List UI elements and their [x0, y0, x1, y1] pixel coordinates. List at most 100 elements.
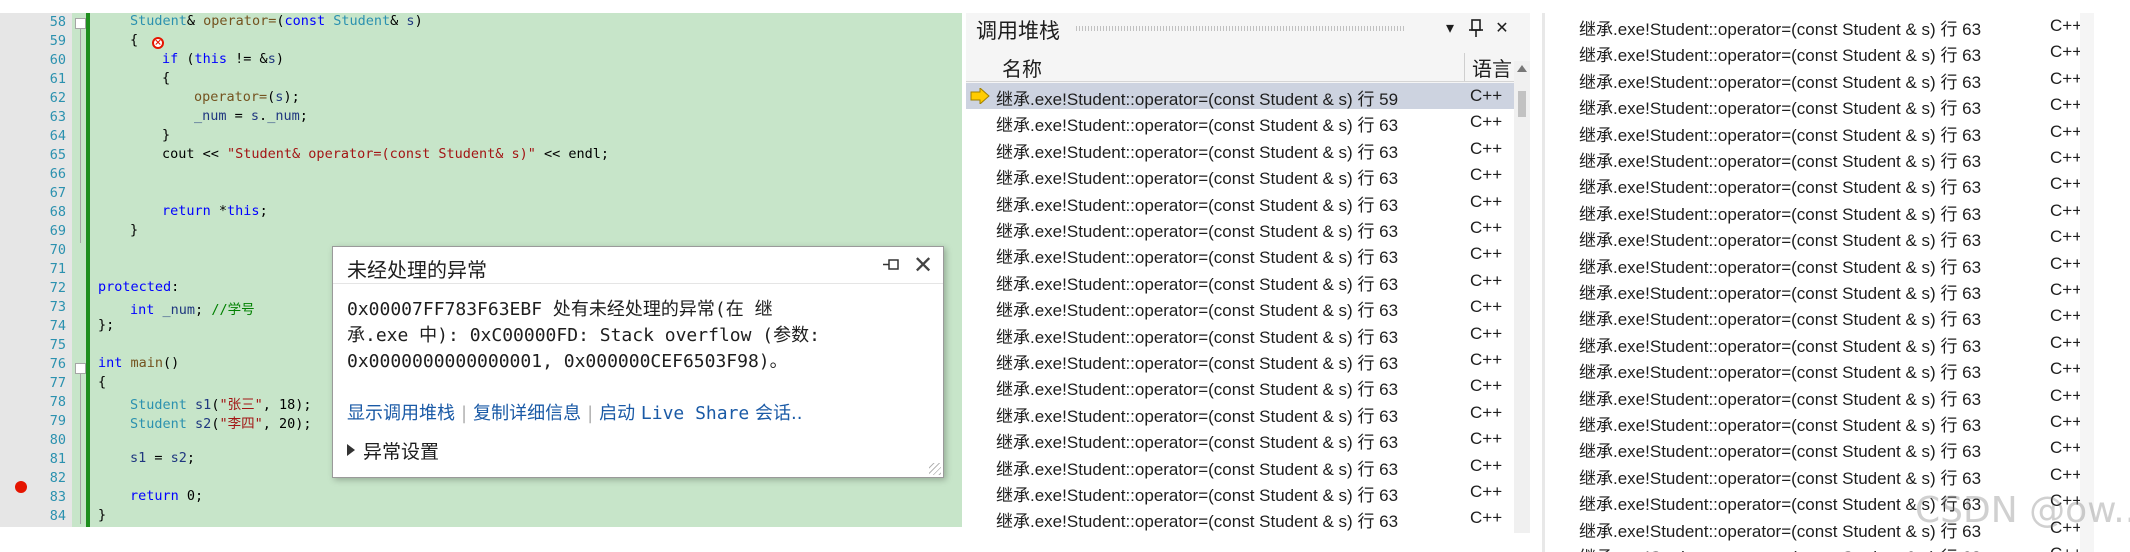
callstack-row[interactable]: 继承.exe!Student::operator=(const Student …: [1545, 462, 2130, 488]
frame-language: C++: [1470, 429, 1503, 449]
column-language-header[interactable]: 语言: [1472, 53, 1512, 82]
callstack-row[interactable]: 继承.exe!Student::operator=(const Student …: [966, 189, 1514, 215]
callstack-row[interactable]: 继承.exe!Student::operator=(const Student …: [1545, 119, 2130, 145]
frame-name: 继承.exe!Student::operator=(const Student …: [996, 354, 1399, 373]
code-line[interactable]: {: [98, 374, 106, 393]
frame-language: C++: [2050, 332, 2083, 352]
code-line[interactable]: int _num; //学号: [130, 298, 255, 318]
exception-title: 未经处理的异常: [347, 258, 487, 282]
copy-details-link[interactable]: 复制详细信息: [473, 403, 581, 424]
scrollbar-thumb[interactable]: [1518, 91, 1526, 117]
callstack-row[interactable]: 继承.exe!Student::operator=(const Student …: [1545, 330, 2130, 356]
callstack-row[interactable]: 继承.exe!Student::operator=(const Student …: [1545, 251, 2130, 277]
callstack-row[interactable]: 继承.exe!Student::operator=(const Student …: [966, 268, 1514, 294]
callstack-row[interactable]: 继承.exe!Student::operator=(const Student …: [1545, 356, 2130, 382]
column-divider[interactable]: [1464, 53, 1465, 81]
frame-language: C++: [1470, 402, 1503, 422]
vertical-scrollbar[interactable]: [1514, 61, 1530, 533]
callstack-row[interactable]: 继承.exe!Student::operator=(const Student …: [966, 453, 1514, 479]
callstack-row[interactable]: 继承.exe!Student::operator=(const Student …: [1545, 39, 2130, 65]
exception-popup: 未经处理的异常 ✕ 0x00007FF783F63EBF 处有未经处理的异常(在…: [332, 246, 944, 478]
collapse-icon[interactable]: [75, 363, 86, 374]
callstack-row[interactable]: 继承.exe!Student::operator=(const Student …: [1545, 541, 2130, 552]
callstack-row[interactable]: 继承.exe!Student::operator=(const Student …: [1545, 303, 2130, 329]
frame-language: C++: [1470, 455, 1503, 475]
callstack-row[interactable]: 继承.exe!Student::operator=(const Student …: [966, 294, 1514, 320]
callstack-list[interactable]: 继承.exe!Student::operator=(const Student …: [966, 83, 1514, 533]
code-line[interactable]: }: [130, 222, 138, 241]
frame-name: 继承.exe!Student::operator=(const Student …: [1579, 231, 1982, 251]
start-label: 启动: [599, 403, 636, 424]
window-position-dropdown-icon[interactable]: ▾: [1440, 17, 1460, 39]
frame-language: C++: [1470, 218, 1503, 237]
callstack-row[interactable]: 继承.exe!Student::operator=(const Student …: [1545, 145, 2130, 171]
dock-icon[interactable]: [881, 255, 901, 275]
code-line[interactable]: Student& operator=(const Student& s): [130, 13, 423, 32]
code-line[interactable]: return *this;: [162, 203, 268, 222]
callstack-row[interactable]: 继承.exe!Student::operator=(const Student …: [966, 505, 1514, 531]
callstack-row[interactable]: 继承.exe!Student::operator=(const Student …: [966, 400, 1514, 426]
code-line[interactable]: return 0;: [130, 488, 203, 507]
callstack-row[interactable]: 继承.exe!Student::operator=(const Student …: [1545, 198, 2130, 224]
callstack-window: 调用堆栈 ▾ ✕ 名称 语言 继承.exe!Student::operator=…: [966, 13, 1530, 533]
callstack-row[interactable]: 继承.exe!Student::operator=(const Student …: [1545, 13, 2130, 39]
collapse-icon[interactable]: [75, 18, 86, 29]
callstack-row[interactable]: 继承.exe!Student::operator=(const Student …: [1545, 277, 2130, 303]
drag-handle[interactable]: [1076, 26, 1406, 31]
code-line[interactable]: cout << "Student& operator=(const Studen…: [162, 146, 609, 165]
callstack-row[interactable]: 继承.exe!Student::operator=(const Student …: [1545, 224, 2130, 250]
callstack-row[interactable]: 继承.exe!Student::operator=(const Student …: [966, 109, 1514, 135]
callstack-row[interactable]: 继承.exe!Student::operator=(const Student …: [1545, 435, 2130, 461]
code-line[interactable]: _num = s._num;: [194, 108, 308, 127]
resize-grip[interactable]: [929, 463, 941, 475]
callstack-row[interactable]: 继承.exe!Student::operator=(const Student …: [966, 426, 1514, 452]
callstack-row[interactable]: 继承.exe!Student::operator=(const Student …: [966, 373, 1514, 399]
callstack-titlebar[interactable]: 调用堆栈 ▾ ✕: [966, 13, 1530, 43]
callstack-continuation-list[interactable]: 继承.exe!Student::operator=(const Student …: [1545, 13, 2130, 552]
code-line[interactable]: };: [98, 317, 114, 336]
code-line[interactable]: protected:: [98, 279, 179, 298]
line-number: 69: [49, 223, 66, 239]
code-line[interactable]: {: [130, 32, 138, 51]
code-line[interactable]: s1 = s2;: [130, 450, 195, 469]
code-line[interactable]: operator=(s);: [194, 89, 300, 108]
code-line[interactable]: {: [162, 70, 170, 89]
code-line[interactable]: }: [162, 127, 170, 146]
code-line[interactable]: Student s1("张三", 18);: [130, 393, 312, 413]
callstack-row[interactable]: 继承.exe!Student::operator=(const Student …: [966, 321, 1514, 347]
code-line[interactable]: int main(): [98, 355, 179, 374]
pin-icon[interactable]: [1466, 17, 1486, 39]
code-line[interactable]: }: [98, 507, 106, 526]
glyph-margin[interactable]: [0, 13, 28, 527]
show-callstack-link[interactable]: 显示调用堆栈: [347, 403, 455, 424]
callstack-row[interactable]: 继承.exe!Student::operator=(const Student …: [966, 83, 1514, 109]
start-liveshare-link[interactable]: 启动 Live Share 会话..: [599, 403, 802, 424]
callstack-row[interactable]: 继承.exe!Student::operator=(const Student …: [966, 479, 1514, 505]
callstack-row[interactable]: 继承.exe!Student::operator=(const Student …: [1545, 383, 2130, 409]
close-icon[interactable]: ✕: [911, 253, 935, 277]
callstack-row[interactable]: 继承.exe!Student::operator=(const Student …: [966, 215, 1514, 241]
vertical-scrollbar[interactable]: [2080, 13, 2094, 552]
line-number: 72: [49, 280, 66, 296]
callstack-row[interactable]: 继承.exe!Student::operator=(const Student …: [1545, 409, 2130, 435]
callstack-row[interactable]: 继承.exe!Student::operator=(const Student …: [1545, 66, 2130, 92]
code-line[interactable]: if (this != &s): [162, 51, 284, 70]
code-line[interactable]: Student s2("李四", 20);: [130, 412, 312, 432]
frame-name: 继承.exe!Student::operator=(const Student …: [996, 248, 1399, 268]
column-name-header[interactable]: 名称: [1002, 53, 1042, 82]
callstack-row[interactable]: 继承.exe!Student::operator=(const Student …: [1545, 92, 2130, 118]
frame-name: 继承.exe!Student::operator=(const Student …: [996, 116, 1399, 136]
callstack-row[interactable]: 继承.exe!Student::operator=(const Student …: [966, 347, 1514, 373]
exception-settings-toggle[interactable]: 异常设置: [347, 437, 439, 464]
callstack-row[interactable]: 继承.exe!Student::operator=(const Student …: [966, 136, 1514, 162]
callstack-row[interactable]: 继承.exe!Student::operator=(const Student …: [966, 241, 1514, 267]
close-icon[interactable]: ✕: [1492, 17, 1512, 39]
line-number: 61: [49, 71, 66, 87]
line-number: 59: [49, 33, 66, 49]
scroll-up-icon[interactable]: [1517, 65, 1527, 72]
callstack-row[interactable]: 继承.exe!Student::operator=(const Student …: [966, 162, 1514, 188]
callstack-row[interactable]: 继承.exe!Student::operator=(const Student …: [1545, 171, 2130, 197]
breakpoint-icon[interactable]: [15, 481, 27, 493]
outlining-margin[interactable]: [72, 13, 86, 527]
outline-guide: [80, 374, 81, 524]
